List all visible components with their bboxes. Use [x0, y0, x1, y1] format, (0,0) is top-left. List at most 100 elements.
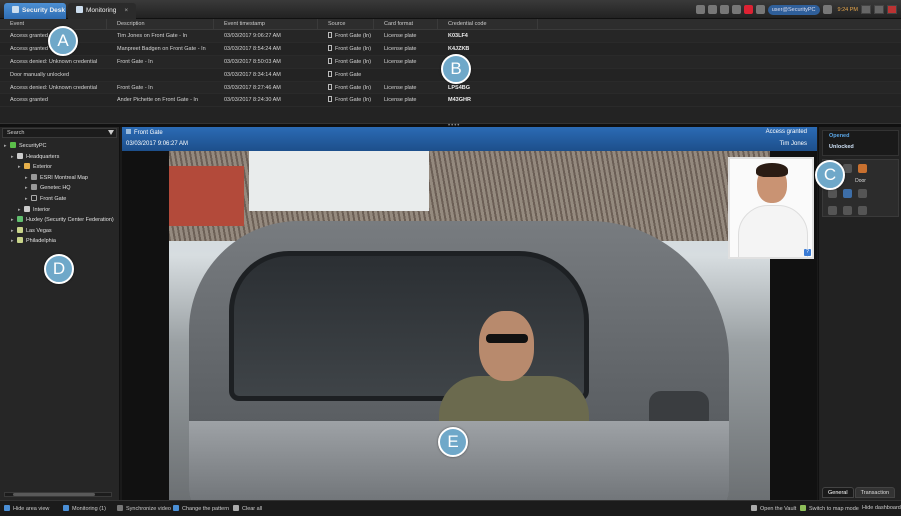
tree-item[interactable]: ▸ Interior: [0, 205, 119, 216]
pin-icon[interactable]: [843, 206, 852, 215]
scrollbar-thumb[interactable]: [13, 493, 95, 496]
table-cell: Front Gate (In): [318, 56, 374, 68]
video-frame[interactable]: [169, 151, 770, 500]
area-icon: [17, 152, 23, 159]
edit-icon[interactable]: [858, 164, 867, 173]
table-cell: License plate: [384, 84, 417, 91]
column-header-timestamp[interactable]: Event timestamp: [214, 19, 318, 29]
area-view: Search ▸ SecurityPC ▸ Headquarters ▸ Exterior…: [0, 127, 120, 500]
tree-item[interactable]: ▸ Headquarters: [0, 152, 119, 163]
help-icon[interactable]: ?: [804, 249, 811, 256]
map-mode-button[interactable]: Switch to map mode: [800, 505, 859, 512]
table-row[interactable]: Access granted Tim Jones on Front Gate - …: [0, 30, 901, 43]
column-header-card-format[interactable]: Card format: [374, 19, 438, 29]
tree-item-label: Headquarters: [26, 153, 60, 160]
tile-event: Access granted: [765, 129, 807, 135]
tool-icon[interactable]: [828, 206, 837, 215]
tab-monitoring[interactable]: Monitoring ×: [68, 3, 136, 19]
callout-c: C: [815, 160, 845, 190]
tree-item[interactable]: ▸ Philadelphia: [0, 236, 119, 247]
table-cell: Front Gate (In): [318, 94, 374, 106]
sync-video-button[interactable]: Synchronize video: [117, 505, 171, 512]
tab-transaction[interactable]: Transaction: [854, 487, 896, 498]
tab-security-desk[interactable]: Security Desk: [4, 3, 66, 19]
table-cell: Access granted: [10, 97, 48, 104]
home-icon: [12, 6, 19, 13]
table-row[interactable]: Access granted Ander Pichette on Front Ga…: [0, 94, 901, 108]
pattern-icon: [173, 505, 179, 511]
table-cell: License plate: [384, 45, 417, 52]
column-header-description[interactable]: Description: [107, 19, 214, 29]
clear-icon: [233, 505, 239, 511]
tile-timestamp: 03/03/2017 9:06:27 AM: [126, 141, 189, 147]
video-tile[interactable]: Front Gate 03/03/2017 9:06:27 AM Access …: [122, 127, 817, 500]
table-row[interactable]: Access denied: Unknown credential Front G…: [0, 81, 901, 95]
notification-tray: user@SecurityPC 9:24 PM: [695, 3, 897, 16]
column-header-source[interactable]: Source: [318, 19, 374, 29]
minimize-button[interactable]: [861, 5, 871, 14]
tree-item-label: Las Vegas: [26, 227, 52, 234]
clear-all-button[interactable]: Clear all: [233, 505, 262, 512]
open-vault-button[interactable]: Open the Vault: [751, 505, 796, 512]
column-header-credential-code[interactable]: Credential code: [438, 19, 538, 29]
table-cell: 03/03/2017 8:27:46 AM: [224, 84, 281, 91]
folder-icon: [17, 226, 23, 233]
column-header-event[interactable]: Event: [0, 19, 107, 29]
callout-e: E: [438, 427, 468, 457]
user-badge[interactable]: user@SecurityPC: [767, 4, 820, 15]
camera-icon[interactable]: [707, 5, 717, 14]
tab-general[interactable]: General: [822, 487, 854, 498]
exterior-icon: [24, 163, 30, 170]
horizontal-scrollbar[interactable]: [4, 492, 112, 497]
tree-item[interactable]: ▸ Exterior: [0, 162, 119, 173]
chevron-left-icon: [4, 505, 10, 511]
table-cell: License plate: [384, 58, 417, 65]
tree-item[interactable]: ▸ ESRI Montreal Map: [0, 173, 119, 184]
event-list-header: Event Description Event timestamp Source…: [0, 19, 901, 30]
table-cell: 03/03/2017 9:06:27 AM: [224, 33, 281, 39]
table-cell: 03/03/2017 8:54:24 AM: [224, 45, 281, 52]
map-icon: [31, 184, 37, 191]
table-cell: License plate: [384, 97, 417, 104]
lock-icon[interactable]: [828, 189, 837, 198]
entity-tree: ▸ SecurityPC ▸ Headquarters ▸ Exterior ▸ ESRI M…: [0, 141, 119, 247]
shunt-icon[interactable]: [843, 189, 852, 198]
car-icon[interactable]: [695, 5, 705, 14]
table-cell: M43GHR: [448, 97, 471, 104]
table-cell: License plate: [384, 33, 417, 39]
battery-icon[interactable]: [719, 5, 729, 14]
tile-header: Front Gate 03/03/2017 9:06:27 AM Access …: [122, 127, 817, 151]
sunglasses: [486, 334, 528, 343]
federation-icon: [17, 216, 23, 223]
cardholder-picture[interactable]: ?: [728, 157, 814, 259]
flag-icon[interactable]: [731, 5, 741, 14]
maximize-button[interactable]: [874, 5, 884, 14]
search-input[interactable]: Search: [2, 128, 117, 138]
tile-source: Front Gate: [126, 129, 163, 136]
hide-area-view-button[interactable]: Hide area view: [4, 505, 49, 512]
close-tab-icon[interactable]: ×: [124, 7, 128, 14]
table-cell: [374, 69, 438, 81]
tree-item-label: ESRI Montreal Map: [40, 174, 88, 181]
hide-dashboard-button[interactable]: Hide dashboard: [862, 505, 901, 511]
globe-icon[interactable]: [822, 5, 832, 14]
tree-item[interactable]: ▸ Huxley (Security Center Federation): [0, 215, 119, 226]
driver-head: [479, 311, 534, 381]
maintenance-icon[interactable]: [858, 189, 867, 198]
tree-item[interactable]: ▸ Genetec HQ: [0, 183, 119, 194]
close-button[interactable]: [887, 5, 897, 14]
table-cell: Ander Pichette on Front Gate - In: [117, 97, 199, 104]
callout-d: D: [44, 254, 74, 284]
change-pattern-button[interactable]: Change the pattern: [173, 505, 229, 512]
monitoring-button[interactable]: Monitoring (1): [63, 505, 106, 512]
tree-item[interactable]: ▸ Front Gate: [0, 194, 119, 205]
alarm-icon[interactable]: [743, 5, 753, 14]
table-cell: Front Gate (In): [318, 43, 374, 55]
tree-item[interactable]: ▸ SecurityPC: [0, 141, 119, 152]
filter-icon[interactable]: [108, 130, 114, 135]
table-cell: Door manually unlocked: [10, 71, 70, 78]
tree-item[interactable]: ▸ Las Vegas: [0, 226, 119, 237]
home-icon[interactable]: [858, 206, 867, 215]
car: [189, 221, 729, 500]
volume-icon[interactable]: [755, 5, 765, 14]
